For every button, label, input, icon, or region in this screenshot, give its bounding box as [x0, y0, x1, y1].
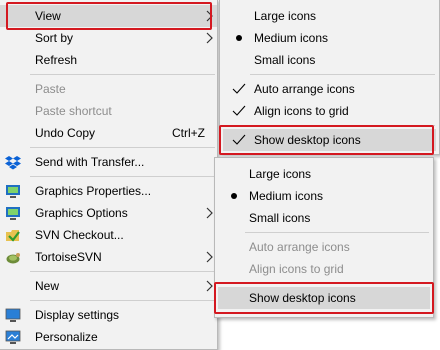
- menu-separator: [250, 125, 435, 126]
- menu-item-undo-copy[interactable]: Undo Copy Ctrl+Z: [0, 122, 217, 144]
- menu-item-svn-checkout[interactable]: SVN Checkout...: [0, 224, 217, 246]
- menu-item-label: New: [35, 279, 60, 293]
- personalize-icon: [5, 330, 21, 344]
- desktop-context-menu: View Sort by Refresh Paste Paste shortcu…: [0, 0, 218, 350]
- menu-item-align-icons-to-grid[interactable]: Align icons to grid: [220, 100, 439, 122]
- view-submenu-top: Large icons Medium icons Small icons Aut…: [219, 0, 440, 155]
- radio-bullet-icon: [236, 35, 242, 41]
- menu-item-label: Display settings: [35, 308, 120, 322]
- checkmark-icon: [232, 83, 246, 94]
- menu-item-label: Show desktop icons: [249, 291, 356, 305]
- menu-separator: [30, 271, 215, 272]
- menu-separator: [250, 74, 435, 75]
- menu-item-label: Medium icons: [249, 189, 324, 203]
- menu-item-label: Auto arrange icons: [249, 240, 350, 254]
- menu-separator: [30, 74, 215, 75]
- menu-item-label: Undo Copy: [35, 126, 96, 140]
- checkmark-icon: [232, 105, 246, 116]
- radio-bullet-icon: [231, 193, 237, 199]
- checkmark-icon: [232, 134, 246, 145]
- chevron-right-icon: [206, 10, 213, 22]
- menu-item-personalize[interactable]: Personalize: [0, 326, 217, 348]
- menu-item-label: Auto arrange icons: [254, 82, 355, 96]
- menu-item-graphics-options[interactable]: Graphics Options: [0, 202, 217, 224]
- menu-item-label: Graphics Properties...: [35, 184, 152, 198]
- menu-item-label: Small icons: [249, 211, 311, 225]
- menu-item-label: Align icons to grid: [249, 262, 344, 276]
- menu-item-label: Graphics Options: [35, 206, 128, 220]
- menu-item-auto-arrange-icons[interactable]: Auto arrange icons: [220, 78, 439, 100]
- menu-item-label: View: [35, 9, 61, 23]
- chevron-right-icon: [206, 207, 213, 219]
- chevron-right-icon: [206, 280, 213, 292]
- menu-item-show-desktop-icons[interactable]: Show desktop icons: [218, 287, 430, 309]
- menu-item-label: TortoiseSVN: [35, 250, 102, 264]
- menu-separator: [30, 176, 215, 177]
- menu-item-label: Sort by: [35, 31, 74, 45]
- menu-item-graphics-properties[interactable]: Graphics Properties...: [0, 180, 217, 202]
- menu-item-refresh[interactable]: Refresh: [0, 49, 217, 71]
- menu-item-paste-shortcut: Paste shortcut: [0, 100, 217, 122]
- display-settings-icon: [5, 308, 21, 322]
- chevron-right-icon: [206, 32, 213, 44]
- menu-item-view[interactable]: View: [0, 5, 217, 27]
- menu-item-tortoisesvn[interactable]: TortoiseSVN: [0, 246, 217, 268]
- menu-item-label: Medium icons: [254, 31, 329, 45]
- menu-item-medium-icons[interactable]: Medium icons: [215, 185, 433, 207]
- menu-item-label: Personalize: [35, 330, 98, 344]
- menu-item-display-settings[interactable]: Display settings: [0, 304, 217, 326]
- menu-item-shortcut: Ctrl+Z: [172, 126, 205, 140]
- menu-item-new[interactable]: New: [0, 275, 217, 297]
- svn-checkout-icon: [6, 230, 20, 242]
- menu-item-medium-icons[interactable]: Medium icons: [220, 27, 439, 49]
- menu-item-send-with-transfer[interactable]: Send with Transfer...: [0, 151, 217, 173]
- dropbox-icon: [5, 156, 21, 170]
- menu-item-small-icons[interactable]: Small icons: [220, 49, 439, 71]
- graphics-properties-icon: [6, 185, 20, 198]
- menu-item-large-icons[interactable]: Large icons: [220, 5, 439, 27]
- view-submenu-bottom: Large icons Medium icons Small icons Aut…: [214, 157, 434, 318]
- menu-separator: [245, 283, 429, 284]
- menu-item-align-icons-to-grid: Align icons to grid: [215, 258, 433, 280]
- menu-item-show-desktop-icons[interactable]: Show desktop icons: [223, 129, 436, 151]
- menu-item-large-icons[interactable]: Large icons: [215, 163, 433, 185]
- menu-item-label: Small icons: [254, 53, 316, 67]
- menu-item-label: Align icons to grid: [254, 104, 349, 118]
- menu-item-paste: Paste: [0, 78, 217, 100]
- menu-item-label: Paste shortcut: [35, 104, 112, 118]
- menu-item-label: Large icons: [254, 9, 317, 23]
- menu-item-label: Show desktop icons: [254, 133, 361, 147]
- graphics-options-icon: [6, 207, 20, 220]
- menu-item-sort-by[interactable]: Sort by: [0, 27, 217, 49]
- menu-item-label: Send with Transfer...: [35, 155, 145, 169]
- menu-item-label: Large icons: [249, 167, 312, 181]
- menu-item-label: Refresh: [35, 53, 78, 67]
- menu-item-small-icons[interactable]: Small icons: [215, 207, 433, 229]
- menu-separator: [30, 147, 215, 148]
- chevron-right-icon: [206, 251, 213, 263]
- menu-separator: [245, 232, 429, 233]
- menu-item-label: SVN Checkout...: [35, 228, 124, 242]
- menu-item-auto-arrange-icons: Auto arrange icons: [215, 236, 433, 258]
- menu-item-label: Paste: [35, 82, 66, 96]
- menu-separator: [30, 300, 215, 301]
- tortoisesvn-icon: [6, 253, 20, 264]
